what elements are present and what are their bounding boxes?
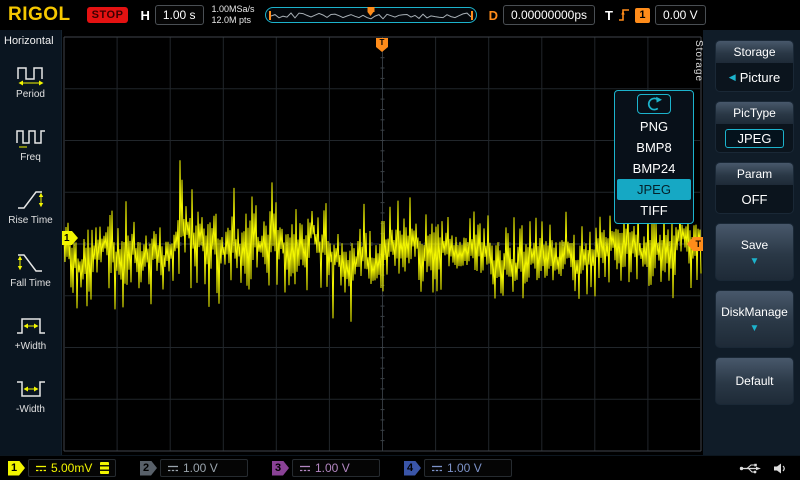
diskmanage-label: DiskManage [721,305,788,319]
timebase-readout: 1.00 s [155,5,204,25]
trigger-position-mini-marker [367,7,374,16]
run-state-badge: STOP [87,7,129,23]
oscilloscope-screen: RIGOL STOP H 1.00 s 1.00MSa/s 12.0M pts … [0,0,800,480]
pictype-title: PicType [716,102,793,124]
channel-3-badge: 3 [272,461,289,476]
sidebar-item-label: -Width [16,404,45,415]
sample-rate-value: 1.00MSa/s [212,4,255,15]
pictype-value: JPEG [725,129,785,148]
rigol-logo: RIGOL [8,4,71,26]
sidebar-title: Horizontal [0,30,61,49]
usb-icon [739,462,763,475]
channel-4-scale: 1.00 V [447,461,482,475]
default-label: Default [735,374,773,388]
window-left-bracket [269,11,271,20]
sidebar-item-rise-time[interactable]: Rise Time [0,175,61,238]
channel-4-status[interactable]: 4 1.00 V [404,459,512,477]
param-value: OFF [742,192,768,207]
channel-3-status[interactable]: 3 1.00 V [272,459,380,477]
coupling-dc-icon [167,464,179,473]
graticule-and-waveform [62,30,703,455]
channel-status-bar: 1 5.00mV 2 1.00 V 3 [0,455,800,480]
trigger-edge-icon [618,8,630,22]
channel-3-scale: 1.00 V [315,461,350,475]
bandwidth-limit-icon [100,462,109,474]
sidebar-item-label: Rise Time [8,215,52,226]
storage-value: Picture [740,70,780,85]
sidebar-item-plus-width[interactable]: +Width [0,301,61,364]
save-label: Save [741,238,768,252]
popup-item-tiff[interactable]: TIFF [617,200,691,221]
menu-group-pictype[interactable]: PicType JPEG [715,101,794,153]
channel-4-badge: 4 [404,461,421,476]
trigger-source-badge: 1 [635,8,650,23]
speaker-icon[interactable] [773,462,788,475]
sidebar-item-label: Period [16,89,45,100]
param-title: Param [716,163,793,185]
waveform-position-indicator [265,7,477,23]
channel-2-badge: 2 [140,461,157,476]
period-icon [14,61,48,87]
rotate-ccw-icon[interactable] [637,94,671,114]
storage-title: Storage [716,41,793,63]
popup-item-bmp24[interactable]: BMP24 [617,158,691,179]
sidebar-item-period[interactable]: Period [0,49,61,112]
channel-2-scale: 1.00 V [183,461,218,475]
top-status-bar: RIGOL STOP H 1.00 s 1.00MSa/s 12.0M pts … [0,0,800,30]
popup-item-png[interactable]: PNG [617,116,691,137]
waveform-display-area: T 1 T PNG BMP8 BMP24 JPEG TIFF [62,30,703,455]
minus-width-icon [14,376,48,402]
coupling-dc-icon [35,464,47,473]
arrow-down-icon: ▼ [750,258,760,266]
trigger-position-marker[interactable]: T [376,38,388,52]
diskmanage-button[interactable]: DiskManage ▼ [715,290,794,348]
popup-item-jpeg[interactable]: JPEG [617,179,691,200]
default-button[interactable]: Default [715,357,794,405]
delay-label: D [489,8,498,23]
coupling-dc-icon [299,464,311,473]
sidebar-item-label: +Width [15,341,46,352]
horizontal-label: H [140,8,149,23]
save-button[interactable]: Save ▼ [715,223,794,281]
menu-tab-storage: Storage [693,40,704,82]
trigger-label: T [605,8,613,23]
horizontal-measure-sidebar: Horizontal Period Freq [0,30,62,455]
plus-width-icon [14,313,48,339]
sidebar-item-label: Freq [20,152,41,163]
coupling-dc-icon [431,464,443,473]
rise-time-icon [14,187,48,213]
channel-1-scale: 5.00mV [51,461,92,475]
delay-readout: 0.00000000ps [503,5,595,25]
window-right-bracket [471,11,473,20]
sidebar-item-minus-width[interactable]: -Width [0,364,61,427]
trigger-level-readout: 0.00 V [655,5,706,25]
arrow-left-icon: ◀ [729,72,736,83]
channel-1-badge: 1 [8,461,25,476]
channel-2-status[interactable]: 2 1.00 V [140,459,248,477]
sidebar-item-freq[interactable]: Freq [0,112,61,175]
popup-item-bmp8[interactable]: BMP8 [617,137,691,158]
sidebar-item-label: Fall Time [10,278,51,289]
sample-rate-readout: 1.00MSa/s 12.0M pts [212,4,255,27]
menu-group-param[interactable]: Param OFF [715,162,794,214]
arrow-down-icon: ▼ [750,325,760,333]
menu-group-storage[interactable]: Storage ◀ Picture [715,40,794,92]
memory-depth-value: 12.0M pts [212,15,255,26]
freq-icon [14,124,48,150]
fall-time-icon [14,250,48,276]
channel-1-status[interactable]: 1 5.00mV [8,459,116,477]
storage-menu-panel: Storage ◀ Picture PicType JPEG Param OFF… [703,30,800,455]
sidebar-item-fall-time[interactable]: Fall Time [0,238,61,301]
pictype-popup: PNG BMP8 BMP24 JPEG TIFF [614,90,694,224]
